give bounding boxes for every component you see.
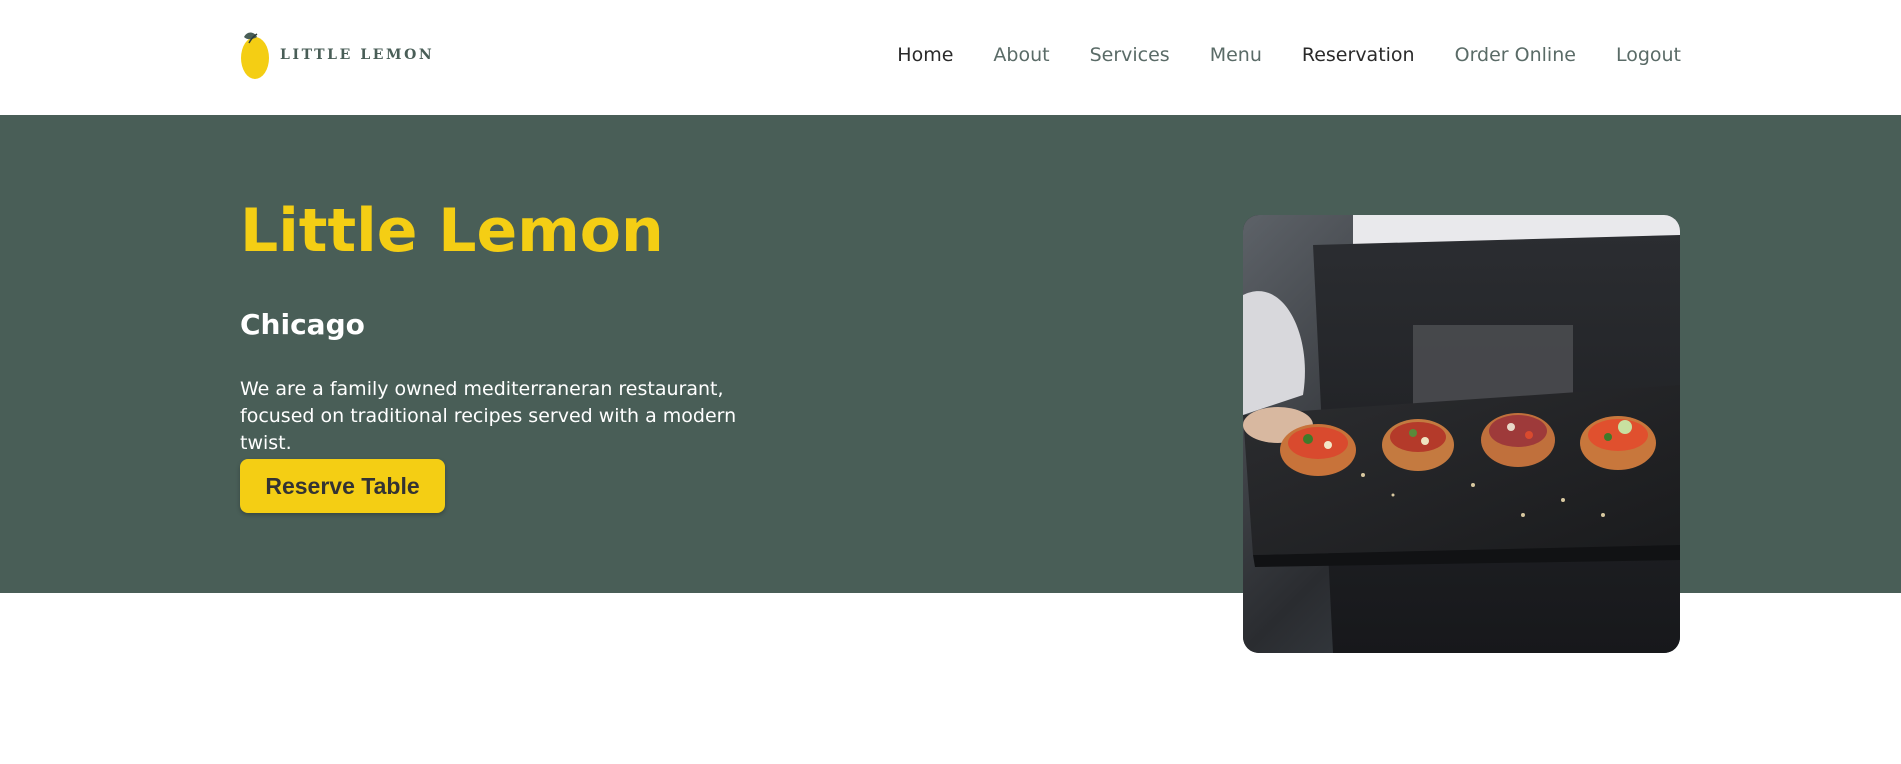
nav-menu[interactable]: Menu — [1210, 44, 1262, 66]
hero-subtitle: Chicago — [240, 308, 365, 341]
nav-logout[interactable]: Logout — [1616, 44, 1681, 66]
nav-order-online[interactable]: Order Online — [1455, 44, 1576, 66]
logo[interactable]: LITTLE LEMON — [240, 28, 434, 82]
site-header: LITTLE LEMON Home About Services Menu Re… — [0, 0, 1901, 115]
nav-home[interactable]: Home — [897, 44, 953, 66]
logo-text: LITTLE LEMON — [280, 47, 435, 63]
nav-about[interactable]: About — [993, 44, 1049, 66]
hero-title: Little Lemon — [240, 196, 664, 266]
reserve-table-button[interactable]: Reserve Table — [240, 459, 445, 513]
nav-services[interactable]: Services — [1090, 44, 1170, 66]
main-nav: Home About Services Menu Reservation Ord… — [857, 44, 1681, 66]
lemon-logo-icon — [240, 29, 270, 81]
nav-reservation[interactable]: Reservation — [1302, 44, 1415, 66]
hero-food-image — [1243, 215, 1680, 653]
hero-description: We are a family owned mediterraneran res… — [240, 378, 737, 454]
